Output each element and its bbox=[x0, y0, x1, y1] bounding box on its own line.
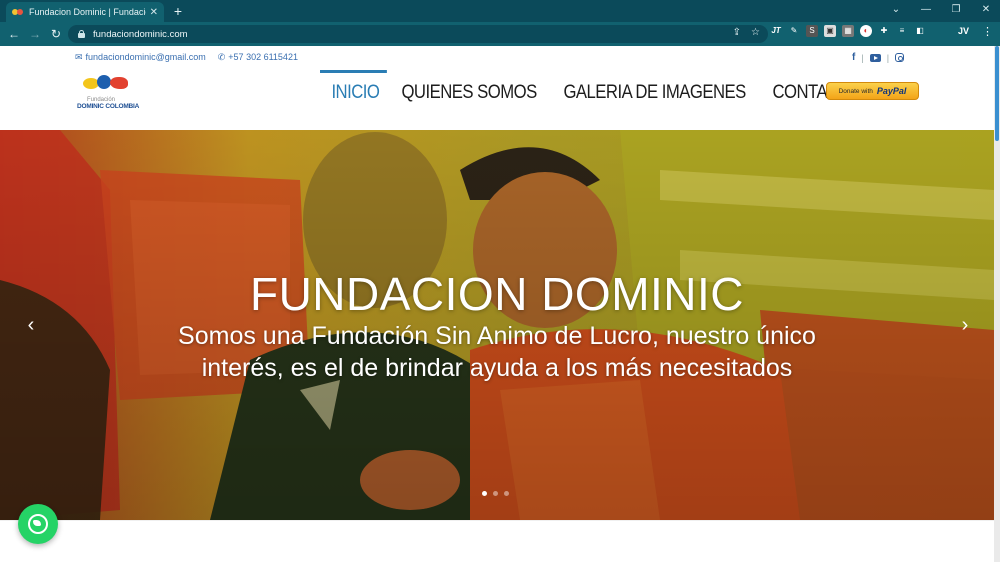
slider-prev-chevron-icon[interactable]: ‹ bbox=[19, 313, 43, 337]
site-logo[interactable]: Fundación DOMINIC COLOMBIA bbox=[77, 73, 139, 113]
youtube-icon[interactable] bbox=[869, 53, 881, 62]
chrome-icon[interactable]: ◐ bbox=[860, 25, 872, 37]
logo-mark bbox=[79, 73, 131, 95]
phone-icon: ✆ bbox=[217, 52, 226, 62]
slider-indicators bbox=[482, 491, 509, 496]
nav-inicio[interactable]: INICIO bbox=[320, 70, 391, 110]
site-favicon-icon bbox=[12, 7, 23, 18]
extensions-bar: JT ✎ S ▣ ▦ ◐ ✚ ≡ ◧ bbox=[770, 25, 926, 37]
slider-dot[interactable] bbox=[504, 491, 509, 496]
bookmark-ext-icon[interactable]: ✎ bbox=[788, 25, 800, 37]
lock-icon[interactable] bbox=[78, 30, 85, 38]
bookmark-star-icon[interactable]: ☆ bbox=[751, 27, 760, 38]
s-ext-icon[interactable]: S bbox=[806, 25, 818, 37]
logo-name: DOMINIC COLOMBIA bbox=[77, 103, 140, 110]
divider: | bbox=[861, 52, 864, 63]
new-tab-button[interactable]: + bbox=[170, 2, 186, 20]
social-links: f | | bbox=[852, 52, 905, 63]
paypal-brand: PayPal bbox=[876, 86, 907, 96]
page-content-start bbox=[0, 520, 994, 562]
hero-subtitle: Somos una Fundación Sin Animo de Lucro, … bbox=[178, 322, 816, 382]
scrollbar-thumb[interactable] bbox=[995, 46, 999, 141]
main-navigation: INICIO QUIENES SOMOS GALERIA DE IMAGENES… bbox=[320, 70, 887, 110]
ext-5-icon[interactable]: ▦ bbox=[842, 25, 854, 37]
email-link[interactable]: ✉ fundaciondominic@gmail.com bbox=[75, 52, 206, 63]
divider: | bbox=[886, 52, 890, 63]
back-button[interactable]: ← bbox=[5, 25, 23, 43]
forward-button[interactable]: → bbox=[26, 25, 44, 43]
phone-link[interactable]: ✆ +57 302 6115421 bbox=[218, 52, 298, 63]
browser-toolbar: ← → ↻ fundaciondominic.com ⇪ ☆ JT ✎ S ▣ … bbox=[0, 22, 1000, 46]
tab-search-button[interactable]: ⌄ bbox=[886, 2, 906, 18]
reading-list-icon[interactable]: ≡ bbox=[896, 25, 908, 37]
site-header: ✉ fundaciondominic@gmail.com ✆ +57 302 611… bbox=[0, 46, 1000, 130]
restore-button[interactable]: ❐ bbox=[946, 2, 966, 18]
screenshot-ext-icon[interactable]: ▣ bbox=[824, 25, 836, 37]
minimize-button[interactable]: — bbox=[916, 2, 936, 18]
profile-avatar[interactable]: JV bbox=[958, 26, 969, 36]
envelope-icon: ✉ bbox=[75, 52, 83, 62]
hero-title: FUNDACION DOMINIC bbox=[249, 268, 745, 320]
nav-quienes-somos[interactable]: QUIENES SOMOS bbox=[390, 70, 548, 110]
hero-slider: FUNDACION DOMINIC Somos una Fundación Si… bbox=[0, 130, 994, 520]
address-bar[interactable]: fundaciondominic.com ⇪ ☆ bbox=[68, 25, 768, 43]
paypal-donate-text: Donate with bbox=[838, 87, 873, 95]
whatsapp-chat-button[interactable] bbox=[18, 504, 58, 544]
puzzle-icon[interactable]: ✚ bbox=[878, 25, 890, 37]
instagram-icon[interactable] bbox=[895, 53, 905, 62]
browser-tab[interactable]: Fundacion Dominic | Fundación ✕ bbox=[6, 2, 164, 22]
reload-button[interactable]: ↻ bbox=[47, 25, 65, 43]
contact-info: ✉ fundaciondominic@gmail.com ✆ +57 302 611… bbox=[75, 52, 298, 63]
url-text: fundaciondominic.com bbox=[93, 28, 188, 40]
slider-next-chevron-icon[interactable]: › bbox=[953, 313, 977, 337]
slider-dot[interactable] bbox=[482, 491, 487, 496]
browser-menu-icon[interactable]: ⋮ bbox=[982, 25, 993, 38]
sidebar-icon[interactable]: ◧ bbox=[914, 25, 926, 37]
tab-close-icon[interactable]: ✕ bbox=[150, 7, 158, 18]
tab-title: Fundacion Dominic | Fundación bbox=[29, 7, 146, 17]
phone-text: +57 302 6115421 bbox=[228, 52, 298, 62]
browser-tab-bar: Fundacion Dominic | Fundación ✕ + ⌄ — ❐ … bbox=[0, 0, 1000, 22]
paypal-donate-button[interactable]: Donate with PayPal bbox=[826, 82, 919, 100]
email-text: fundaciondominic@gmail.com bbox=[85, 52, 206, 62]
page-scrollbar[interactable] bbox=[994, 46, 1000, 562]
slider-dot[interactable] bbox=[493, 491, 498, 496]
nav-galeria[interactable]: GALERIA DE IMAGENES bbox=[552, 70, 757, 110]
jt-icon[interactable]: JT bbox=[770, 25, 782, 37]
share-icon[interactable]: ⇪ bbox=[733, 27, 741, 38]
facebook-icon[interactable]: f bbox=[852, 52, 855, 63]
close-window-button[interactable]: ✕ bbox=[976, 2, 996, 18]
